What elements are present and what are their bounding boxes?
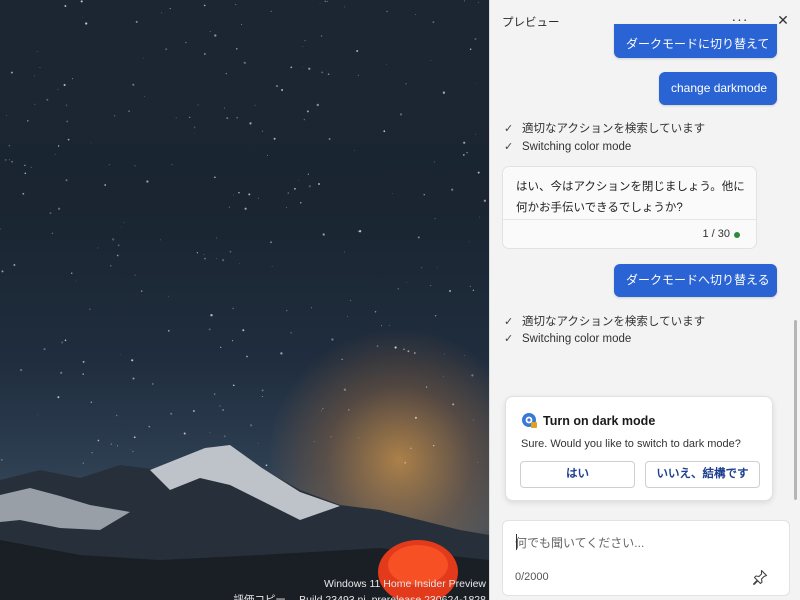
chat-input[interactable] xyxy=(515,533,775,553)
text-caret xyxy=(516,534,517,550)
scrollbar[interactable] xyxy=(794,320,797,500)
night-sky-scene xyxy=(0,0,489,600)
checkmark-icon: ✓ xyxy=(504,333,514,345)
os-watermark: Windows 11 Home Insider Preview xyxy=(323,578,486,590)
turn-counter: 1 / 30 xyxy=(702,228,730,240)
no-thanks-button[interactable]: いいえ、結構です xyxy=(645,461,760,488)
status-text: 適切なアクションを検索しています xyxy=(522,123,706,135)
dark-mode-action-card: Turn on dark mode Sure. Would you like t… xyxy=(505,396,773,501)
user-message: ダークモードへ切り替える xyxy=(614,264,777,297)
status-dot-icon xyxy=(734,232,740,238)
settings-app-icon xyxy=(522,413,537,428)
user-message: ダークモードに切り替えて xyxy=(614,24,777,58)
os-build-watermark: 評価コピー。 Build 23493.ni_prerelease.230624-… xyxy=(233,594,486,600)
status-line: ✓ 適切なアクションを検索しています xyxy=(504,120,705,136)
status-line: ✓ 適切なアクションを検索しています xyxy=(504,313,705,329)
status-line: ✓ Switching color mode xyxy=(504,332,631,345)
action-description: Sure. Would you like to switch to dark m… xyxy=(521,438,741,450)
desktop-wallpaper: Windows 11 Home Insider Preview 評価コピー。 B… xyxy=(0,0,489,600)
status-text: 適切なアクションを検索しています xyxy=(522,316,706,328)
yes-button[interactable]: はい xyxy=(520,461,635,488)
status-text: Switching color mode xyxy=(522,141,632,153)
action-title: Turn on dark mode xyxy=(543,414,656,428)
char-counter: 0/2000 xyxy=(515,571,549,583)
status-text: Switching color mode xyxy=(522,333,632,345)
bot-message-card: はい、今はアクションを閉じましょう。他に何かお手伝いできるでしょうか? 1 / … xyxy=(502,166,757,249)
user-message: change darkmode xyxy=(659,72,777,105)
checkmark-icon: ✓ xyxy=(504,316,514,328)
card-divider xyxy=(503,219,756,220)
checkmark-icon: ✓ xyxy=(504,141,514,153)
checkmark-icon: ✓ xyxy=(504,123,514,135)
status-line: ✓ Switching color mode xyxy=(504,140,631,153)
composer-box: 0/2000 xyxy=(502,520,790,596)
copilot-pane: プレビュー ··· ✕ ダークモードに切り替えて change darkmode… xyxy=(489,0,800,600)
bot-message-text: はい、今はアクションを閉じましょう。他に何かお手伝いできるでしょうか? xyxy=(516,181,745,214)
pane-title: プレビュー xyxy=(502,17,560,29)
pin-icon[interactable] xyxy=(751,568,769,586)
